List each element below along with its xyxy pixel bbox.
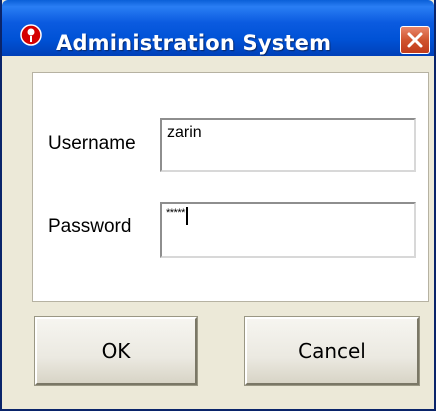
cancel-button[interactable]: Cancel	[244, 316, 420, 386]
app-icon	[20, 24, 42, 46]
username-input[interactable]: zarin	[160, 118, 416, 172]
password-value: *****	[166, 207, 185, 219]
close-button[interactable]	[400, 26, 430, 54]
text-caret	[185, 207, 188, 225]
login-form-panel: Username zarin Password *****	[32, 72, 429, 302]
ok-button[interactable]: OK	[34, 316, 198, 386]
login-dialog-window: Administration System Username zarin Pas…	[0, 0, 436, 411]
window-title: Administration System	[56, 31, 332, 55]
close-icon	[407, 32, 423, 48]
cancel-button-label: Cancel	[298, 339, 366, 363]
username-label: Username	[48, 133, 136, 154]
username-value: zarin	[167, 124, 202, 141]
ok-button-label: OK	[101, 339, 131, 363]
title-bar[interactable]: Administration System	[2, 0, 434, 56]
password-input[interactable]: *****	[160, 202, 416, 258]
password-label: Password	[48, 216, 132, 237]
